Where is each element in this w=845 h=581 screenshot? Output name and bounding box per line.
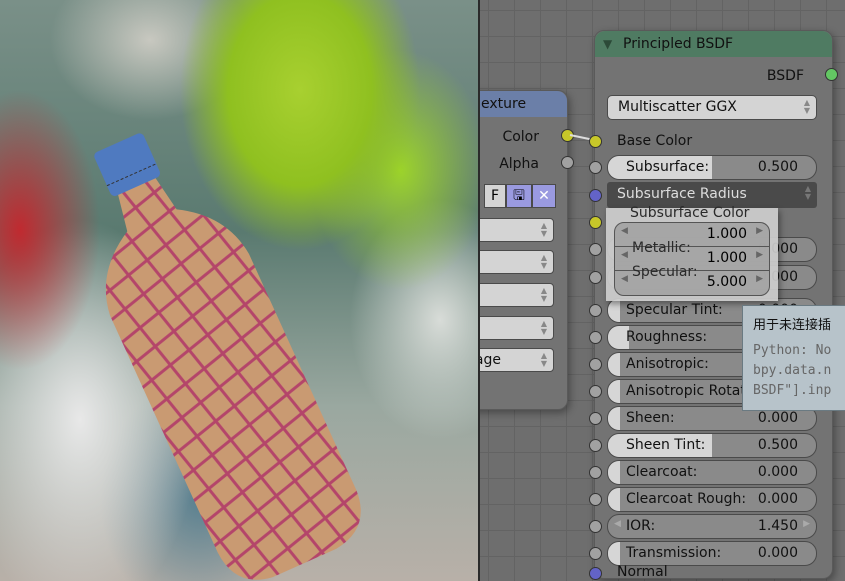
- select-1[interactable]: ▲ ▼: [480, 218, 554, 242]
- input-socket[interactable]: [589, 331, 602, 344]
- bsdf-output-socket[interactable]: [825, 68, 838, 81]
- tooltip-line: BSDF"].inp: [753, 383, 832, 398]
- slider-fill: [608, 461, 621, 484]
- input-slider[interactable]: Sheen Tint: 0.500: [607, 433, 817, 458]
- slider-label: Transmission:: [626, 545, 722, 561]
- image-buttons: F 🖫 ✕: [484, 184, 564, 208]
- distribution-dropdown[interactable]: Multiscatter GGX ▲ ▼: [607, 95, 817, 120]
- select-4[interactable]: ▲ ▼: [480, 316, 554, 340]
- tooltip-title: 用于未连接插: [753, 318, 832, 333]
- slider-value: 0.500: [757, 437, 798, 453]
- slider-value: 0.000: [757, 545, 798, 561]
- slider-fill: [608, 353, 621, 376]
- select-2[interactable]: ▲ ▼: [480, 250, 554, 274]
- subsurface-color-socket[interactable]: [589, 216, 602, 229]
- input-slider[interactable]: Clearcoat: 0.000: [607, 460, 817, 485]
- input-slider[interactable]: Transmission: 0.000: [607, 541, 817, 566]
- slider-label: IOR:: [626, 518, 656, 534]
- unlink-icon[interactable]: ✕: [532, 184, 556, 208]
- bottle-render: [94, 133, 361, 580]
- metallic-socket[interactable]: [589, 243, 602, 256]
- node-header[interactable]: exture: [480, 91, 567, 117]
- increment-arrow-icon[interactable]: ▶: [756, 274, 763, 284]
- decrement-arrow-icon[interactable]: ◀: [621, 250, 628, 260]
- collapse-triangle-icon[interactable]: ▼: [603, 31, 612, 57]
- select-source[interactable]: age▲▼: [480, 348, 554, 372]
- slider-label: Anisotropic:: [626, 356, 709, 372]
- input-socket[interactable]: [589, 358, 602, 371]
- normal-label: Normal: [617, 564, 668, 580]
- decrement-arrow-icon[interactable]: ◀: [621, 226, 628, 236]
- image-texture-node[interactable]: exture Color Alpha F 🖫 ✕ ▲▼ ▲▼ ▲▼ ▲▼ age…: [480, 90, 568, 410]
- increment-arrow-icon[interactable]: ▶: [756, 250, 763, 260]
- input-socket[interactable]: [589, 439, 602, 452]
- slider-label: Sheen Tint:: [626, 437, 706, 453]
- subsurface-slider[interactable]: Subsurface: 0.500: [607, 155, 817, 180]
- slider-value: 0.000: [757, 464, 798, 480]
- output-alpha-label: Alpha: [499, 156, 539, 172]
- select-3[interactable]: ▲ ▼: [480, 283, 554, 307]
- render-preview: [0, 0, 478, 581]
- slider-value: 0.000: [757, 491, 798, 507]
- input-socket[interactable]: [589, 547, 602, 560]
- tooltip-line: bpy.data.n: [753, 363, 832, 378]
- node-header[interactable]: ▼ Principled BSDF: [595, 31, 832, 57]
- specular-socket[interactable]: [589, 271, 602, 284]
- node-title: Principled BSDF: [623, 36, 734, 52]
- slider-label: Sheen:: [626, 410, 675, 426]
- decrement-arrow-icon[interactable]: ◀: [614, 519, 621, 529]
- decrement-arrow-icon[interactable]: ◀: [621, 274, 628, 284]
- input-socket[interactable]: [589, 385, 602, 398]
- node-title: exture: [481, 96, 527, 112]
- tooltip-line: Python: No: [753, 343, 832, 358]
- open-image-icon[interactable]: 🖫: [506, 184, 532, 208]
- slider-fill: [608, 299, 621, 322]
- subsurface-socket[interactable]: [589, 161, 602, 174]
- specular-label: Specular:: [632, 264, 698, 280]
- slider-label: Clearcoat Rough:: [626, 491, 747, 507]
- slider-label: Roughness:: [626, 329, 708, 345]
- slider-value: 0.000: [757, 410, 798, 426]
- base-color-socket[interactable]: [589, 135, 602, 148]
- slider-value: 1.450: [757, 518, 798, 534]
- alpha-output-socket[interactable]: [561, 156, 574, 169]
- subsurface-color-label: Subsurface Color: [630, 205, 750, 221]
- input-socket[interactable]: [589, 412, 602, 425]
- increment-arrow-icon[interactable]: ▶: [756, 226, 763, 236]
- input-socket[interactable]: [589, 520, 602, 533]
- fake-user-button[interactable]: F: [484, 184, 506, 208]
- input-slider[interactable]: Clearcoat Rough: 0.000: [607, 487, 817, 512]
- input-socket[interactable]: [589, 304, 602, 317]
- output-color-label: Color: [502, 129, 539, 145]
- normal-socket[interactable]: [589, 567, 602, 580]
- base-color-label: Base Color: [617, 133, 693, 149]
- tooltip: 用于未连接插 Python: No bpy.data.n BSDF"].inp: [742, 305, 845, 411]
- metallic-label: Metallic:: [632, 240, 691, 256]
- input-socket[interactable]: [589, 466, 602, 479]
- slider-label: Specular Tint:: [626, 302, 723, 318]
- subsurface-radius-socket[interactable]: [589, 189, 602, 202]
- node-editor[interactable]: exture Color Alpha F 🖫 ✕ ▲▼ ▲▼ ▲▼ ▲▼ age…: [480, 0, 845, 581]
- input-slider[interactable]: ◀ ▶ IOR: 1.450: [607, 514, 817, 539]
- bsdf-output-label: BSDF: [766, 68, 804, 84]
- input-socket[interactable]: [589, 493, 602, 506]
- slider-fill: [608, 488, 621, 511]
- slider-fill: [608, 380, 621, 403]
- slider-label: Clearcoat:: [626, 464, 698, 480]
- slider-fill: [608, 407, 621, 430]
- increment-arrow-icon[interactable]: ▶: [803, 519, 810, 529]
- slider-fill: [608, 542, 621, 565]
